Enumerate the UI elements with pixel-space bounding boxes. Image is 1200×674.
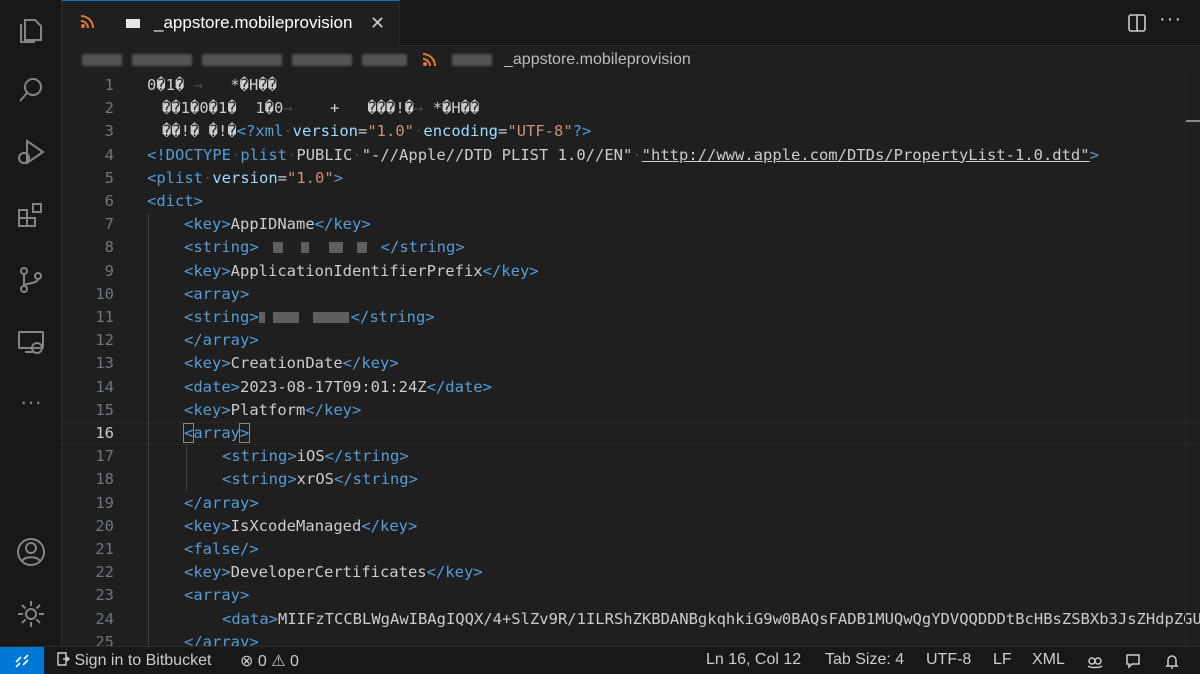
rss-file-icon [80, 15, 94, 29]
code-line: 9 <key>ApplicationIdentifierPrefix</key> [104, 261, 539, 280]
settings-icon[interactable] [13, 596, 49, 632]
redacted-value [259, 236, 381, 259]
remote-indicator[interactable] [0, 647, 44, 674]
code-line: 8 <string> </string> [62, 236, 1200, 259]
problems-status[interactable]: ⊗ 0 ⚠ 0 [240, 651, 299, 671]
activity-bar: ··· [0, 0, 62, 646]
minimap-border [1185, 74, 1186, 646]
search-icon[interactable] [13, 72, 49, 108]
tab-bar: _appstore.mobileprovision ✕ ··· [62, 0, 1200, 46]
code-line: 17 <string>iOS</string> [95, 447, 409, 466]
close-icon[interactable]: ✕ [370, 13, 385, 34]
rss-file-icon [422, 53, 436, 67]
remote-explorer-icon[interactable] [13, 324, 49, 360]
feedback-icon[interactable] [1124, 652, 1142, 670]
redacted-block [202, 54, 282, 66]
redacted-block [132, 54, 192, 66]
redacted-block [82, 54, 122, 66]
cursor-position[interactable]: Ln 16, Col 12 [706, 651, 801, 669]
code-line: 19 </array> [95, 493, 259, 512]
code-line: 25 </array> [95, 632, 259, 646]
redacted-value [258, 306, 351, 329]
code-line: 22 <key>DeveloperCertificates</key> [95, 563, 483, 582]
extensions-icon[interactable] [13, 198, 49, 234]
code-line: 11 <string> </string> [62, 306, 1200, 329]
split-editor-icon[interactable] [1126, 12, 1148, 34]
language-mode[interactable]: XML [1032, 651, 1065, 669]
source-control-icon[interactable] [13, 262, 49, 298]
breadcrumb: _appstore.mobileprovision [62, 46, 1200, 74]
end-of-line[interactable]: LF [993, 651, 1012, 669]
redacted-block [452, 54, 492, 66]
redacted-block [292, 54, 352, 66]
code-line: 3 ��!� �!�<?xml·version="1.0"·encoding="U… [104, 122, 592, 141]
doctype-link[interactable]: "http://www.apple.com/DTDs/PropertyList-… [642, 146, 1090, 164]
tab-title: _appstore.mobileprovision [154, 13, 353, 32]
code-line: 13 <key>CreationDate</key> [95, 354, 399, 373]
code-line: 21 <false/> [95, 540, 259, 558]
code-line: 23 <array> [95, 586, 250, 605]
file-encoding[interactable]: UTF-8 [926, 651, 971, 669]
sign-in-icon [57, 652, 70, 666]
bitbucket-status[interactable]: Sign in to Bitbucket [56, 651, 211, 670]
status-bar: Sign in to Bitbucket ⊗ 0 ⚠ 0 Ln 16, Col … [0, 646, 1200, 674]
account-icon[interactable] [13, 534, 49, 570]
code-line: 5 <plist·version="1.0"> [104, 168, 344, 187]
more-actions-icon[interactable]: ··· [1159, 8, 1182, 31]
code-line: 7 <key>AppIDName</key> [104, 215, 371, 234]
code-line: 16 <array> [95, 423, 251, 443]
code-line: 2 ��1�0�1� 1�0→ + ���!�→ *�H�� [104, 99, 480, 118]
code-editor[interactable]: 1 0�1� → *�H�� 2 ��1�0�1� 1�0→ + ���!�→ *�… [62, 74, 1200, 646]
error-icon: ⊗ [240, 653, 254, 670]
code-line: 24 <data>MIIFzTCCBLWgAwIBAgIQQX/4+SlZv9R/… [95, 609, 1200, 628]
code-line: 12 </array> [95, 331, 259, 350]
breadcrumb-file[interactable]: _appstore.mobileprovision [504, 51, 691, 69]
code-line: 10 <array> [95, 284, 250, 303]
redacted-block [362, 54, 407, 66]
scrollbar-indicator[interactable] [1186, 120, 1200, 122]
code-line: 4 <!DOCTYPE·plist·PUBLIC·"-//Apple//DTD P… [104, 145, 1099, 164]
explorer-icon[interactable] [13, 12, 49, 48]
code-line: 14 <date>2023-08-17T09:01:24Z</date> [95, 377, 492, 396]
bell-icon[interactable] [1163, 652, 1181, 670]
code-line: 20 <key>IsXcodeManaged</key> [95, 516, 418, 535]
run-debug-icon[interactable] [13, 134, 49, 170]
warning-icon: ⚠ [271, 653, 286, 670]
copilot-icon[interactable] [1086, 652, 1104, 670]
code-line: 6 <dict> [104, 192, 203, 210]
editor-tab[interactable]: _appstore.mobileprovision ✕ [62, 0, 400, 46]
code-line: 1 0�1� → *�H�� [104, 76, 277, 94]
tab-size[interactable]: Tab Size: 4 [825, 651, 904, 669]
remote-icon [15, 654, 29, 668]
redacted-block [126, 19, 140, 28]
code-line: 18 <string>xrOS</string> [95, 470, 418, 489]
more-icon[interactable]: ··· [13, 384, 49, 420]
code-line: 15 <key>Platform</key> [95, 400, 362, 419]
